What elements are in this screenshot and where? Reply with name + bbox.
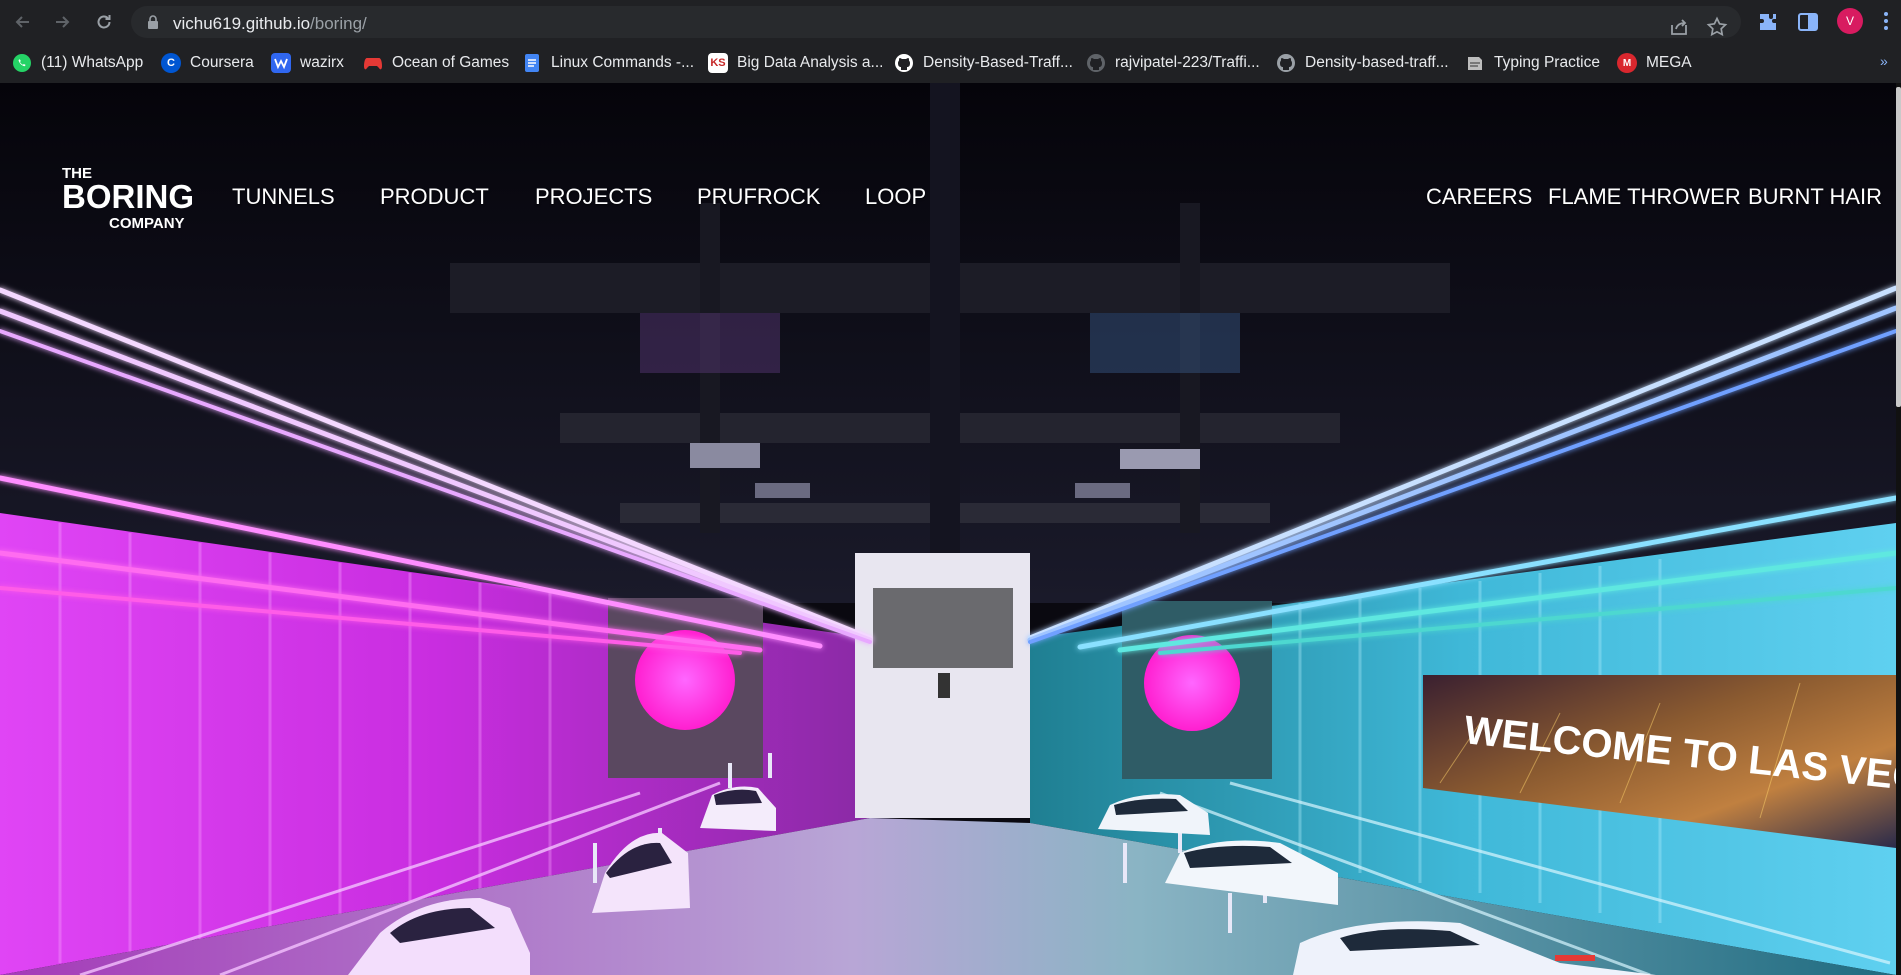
- lock-icon[interactable]: [147, 15, 159, 34]
- ks-icon: KS: [708, 53, 728, 73]
- boring-company-logo[interactable]: THE BORING COMPANY: [62, 165, 207, 233]
- bookmark-label: rajvipatel-223/Traffi...: [1115, 54, 1260, 71]
- reload-icon[interactable]: [92, 10, 116, 34]
- bookmark-ocean-of-games[interactable]: Ocean of Games: [363, 43, 509, 83]
- bookmarks-bar: (11) WhatsApp C Coursera wazirx Ocean of…: [0, 43, 1901, 83]
- bookmark-typing-practice[interactable]: Typing Practice: [1465, 43, 1600, 83]
- logo-line-company: COMPANY: [109, 215, 185, 232]
- nav-link-burnt-hair[interactable]: BURNT HAIR: [1748, 184, 1882, 210]
- share-icon[interactable]: [1668, 16, 1690, 38]
- bookmark-label: Typing Practice: [1494, 54, 1600, 71]
- extensions-puzzle-icon[interactable]: [1756, 10, 1780, 34]
- url-text[interactable]: vichu619.github.io/boring/: [173, 14, 367, 34]
- nav-link-careers[interactable]: CAREERS: [1426, 184, 1532, 210]
- bookmark-label: Density-Based-Traff...: [923, 54, 1073, 71]
- bookmark-label: Linux Commands -...: [551, 54, 694, 71]
- bookmark-label: Coursera: [190, 54, 254, 71]
- bookmark-star-icon[interactable]: [1706, 16, 1728, 38]
- bookmark-label: (11) WhatsApp: [41, 54, 144, 71]
- profile-avatar[interactable]: V: [1837, 8, 1863, 34]
- bookmark-wazirx[interactable]: wazirx: [271, 43, 344, 83]
- nav-link-flame-thrower[interactable]: FLAME THROWER: [1548, 184, 1741, 210]
- bookmark-label: Big Data Analysis a...: [737, 54, 884, 71]
- mega-icon: M: [1617, 53, 1637, 73]
- browser-toolbar: vichu619.github.io/boring/ V: [0, 0, 1901, 43]
- side-panel-icon[interactable]: [1796, 10, 1820, 34]
- back-arrow-icon[interactable]: [11, 10, 35, 34]
- logo-line-boring: BORING: [62, 178, 194, 215]
- github-icon: [894, 53, 914, 73]
- bookmark-whatsapp[interactable]: (11) WhatsApp: [12, 43, 143, 83]
- bookmark-mega[interactable]: M MEGA: [1617, 43, 1692, 83]
- browser-menu-icon[interactable]: [1882, 10, 1890, 32]
- bookmark-label: wazirx: [300, 54, 344, 71]
- scrollbar-thumb[interactable]: [1896, 87, 1901, 407]
- bookmark-density-based-traffic-2[interactable]: Density-based-traff...: [1276, 43, 1449, 83]
- nav-link-prufrock[interactable]: PRUFROCK: [697, 184, 820, 210]
- docs-icon: [522, 53, 542, 73]
- sign-text: WELCOME TO LAS VEGA: [1462, 708, 1896, 803]
- nav-link-product[interactable]: PRODUCT: [380, 184, 489, 210]
- nav-link-tunnels[interactable]: TUNNELS: [232, 184, 335, 210]
- github-icon: [1086, 53, 1106, 73]
- wazirx-icon: [271, 53, 291, 73]
- bookmark-label: MEGA: [1646, 54, 1692, 71]
- bookmark-label: Density-based-traff...: [1305, 54, 1449, 71]
- bookmark-label: Ocean of Games: [392, 54, 510, 71]
- typing-icon: [1465, 53, 1485, 73]
- url-path: /boring/: [310, 14, 367, 33]
- nav-link-loop[interactable]: LOOP: [865, 184, 926, 210]
- github-icon: [1276, 53, 1296, 73]
- address-bar[interactable]: vichu619.github.io/boring/: [131, 6, 1741, 38]
- bookmark-density-based-traffic-1[interactable]: Density-Based-Traff...: [894, 43, 1073, 83]
- whatsapp-icon: [12, 53, 32, 73]
- page-scrollbar[interactable]: [1896, 83, 1901, 975]
- url-host: vichu619.github.io: [173, 14, 311, 33]
- browser-window: vichu619.github.io/boring/ V (11) WhatsA…: [0, 0, 1901, 975]
- gamepad-icon: [363, 53, 383, 73]
- nav-link-projects[interactable]: PROJECTS: [535, 184, 652, 210]
- bookmark-rajvipatel[interactable]: rajvipatel-223/Traffi...: [1086, 43, 1260, 83]
- coursera-icon: C: [161, 53, 181, 73]
- bookmark-coursera[interactable]: C Coursera: [161, 43, 254, 83]
- las-vegas-sign: WELCOME TO LAS VEGA: [1462, 708, 1896, 803]
- forward-arrow-icon[interactable]: [50, 10, 74, 34]
- bookmark-big-data[interactable]: KS Big Data Analysis a...: [708, 43, 883, 83]
- page-viewport: WELCOME TO LAS VEGA THE BORING COMPANY T…: [0, 83, 1901, 975]
- bookmark-linux-commands[interactable]: Linux Commands -...: [522, 43, 694, 83]
- bookmarks-overflow-chevron-icon[interactable]: »: [1880, 53, 1888, 69]
